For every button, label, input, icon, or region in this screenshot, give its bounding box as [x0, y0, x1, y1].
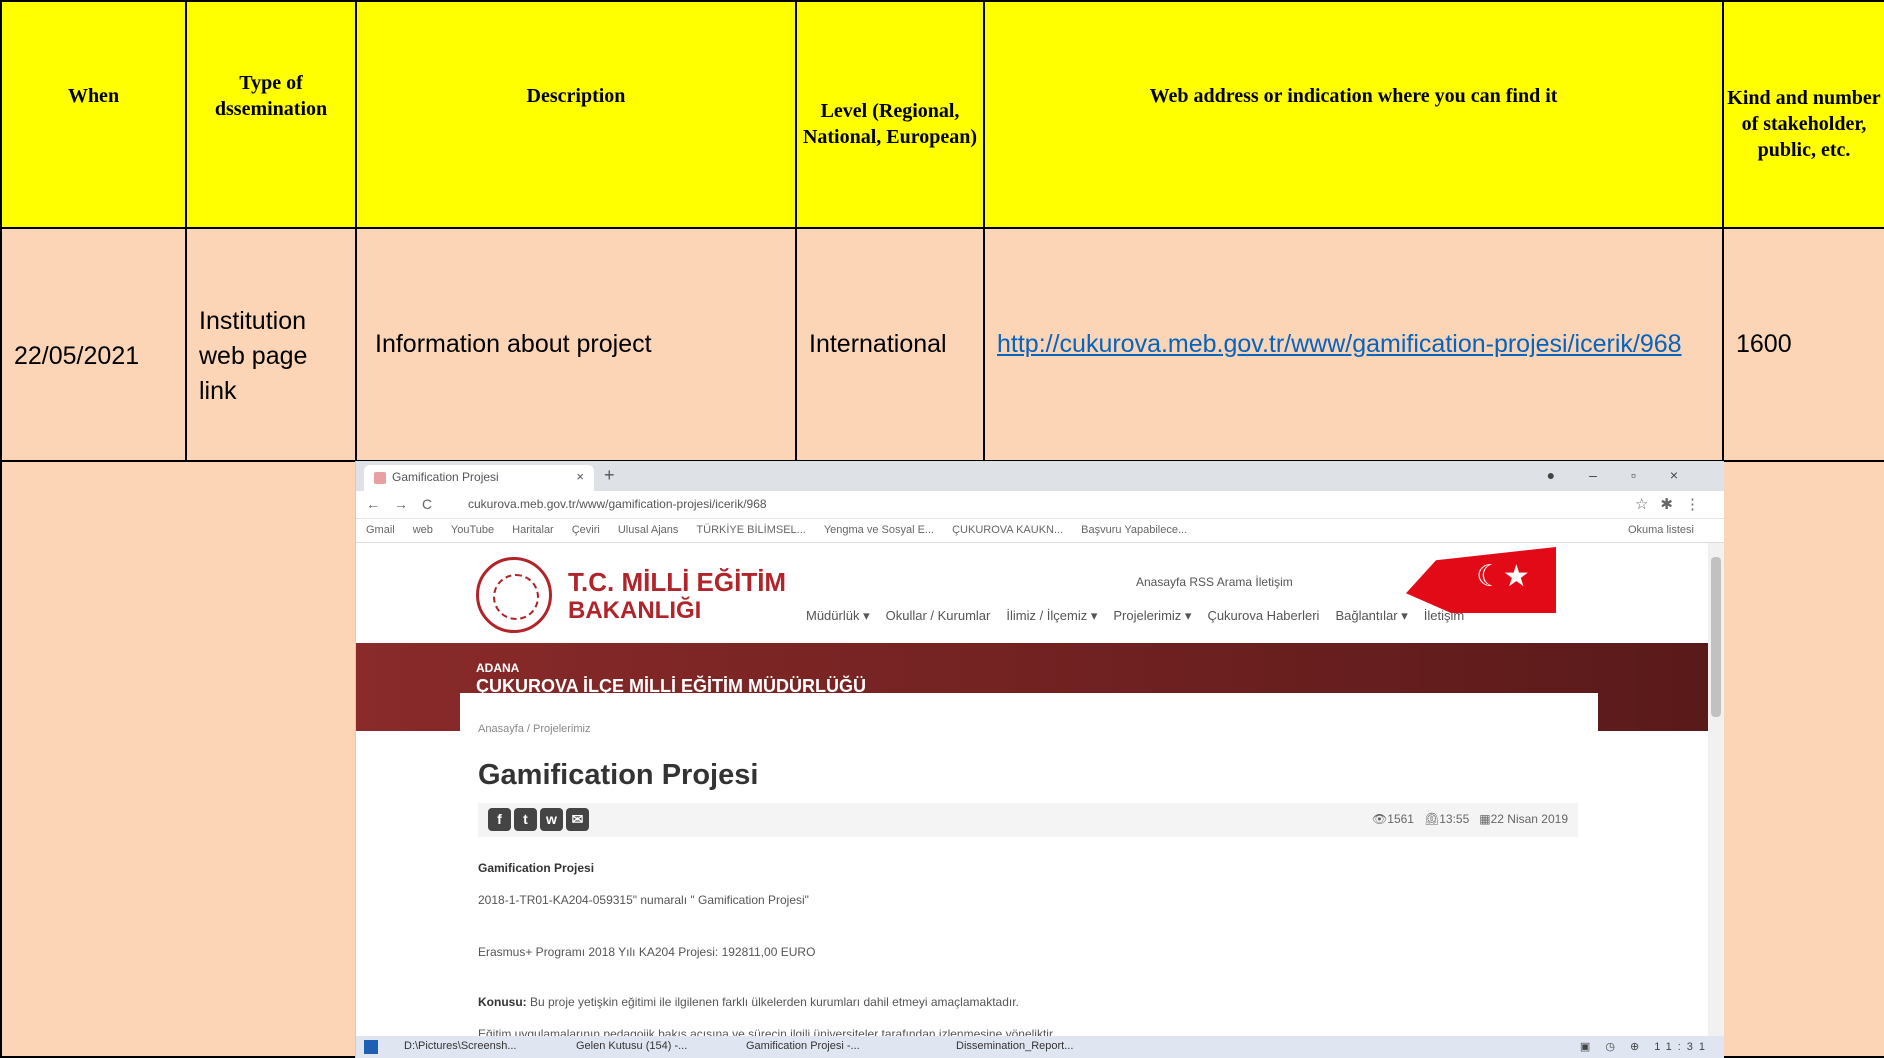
window-controls-icon[interactable]: ●–▫×	[1547, 467, 1712, 483]
turkish-flag-icon	[1406, 547, 1556, 613]
bookmark-item[interactable]: TÜRKİYE BİLİMSEL...	[696, 524, 805, 536]
reading-list[interactable]: Okuma listesi	[1628, 524, 1694, 536]
taskbar-item[interactable]: Dissemination_Report...	[956, 1040, 1073, 1052]
system-tray[interactable]: ▣ ◷ ⊕ 11:31	[1580, 1040, 1711, 1053]
bookmark-item[interactable]: Başvuru Yapabilece...	[1081, 524, 1187, 536]
bookmark-item[interactable]: ÇUKUROVA KAUKN...	[952, 524, 1063, 536]
bookmarks-bar: Gmail web YouTube Haritalar Çeviri Ulusal Aja…	[356, 519, 1724, 543]
bookmark-item[interactable]: Çeviri	[572, 524, 600, 536]
nav-arrows-icon[interactable]: ←→C	[366, 496, 446, 512]
header-row: When Type of dssemination Description Le…	[0, 0, 1884, 229]
twitter-icon[interactable]: t	[514, 808, 537, 831]
top-links[interactable]: Anasayfa RSS Arama İletişim	[1136, 575, 1293, 589]
view-count: 1561	[1387, 812, 1414, 826]
nav-item[interactable]: Çukurova Haberleri	[1207, 608, 1319, 623]
extension-icons[interactable]: ☆✱⋮	[1635, 495, 1712, 513]
para-3: Konusu: Bu proje yetişkin eğitimi ile il…	[478, 995, 1019, 1009]
cell-when: 22/05/2021	[0, 227, 187, 462]
browser-screenshot: Gamification Projesi × + ●–▫× ←→C cukuro…	[355, 461, 1724, 1058]
clock-icon: ⏲	[1423, 812, 1440, 826]
share-icon[interactable]: ✉	[566, 808, 589, 831]
para-4: Eğitim uygulamalarının pedagojik bakış a…	[478, 1027, 1056, 1036]
header-when: When	[0, 0, 187, 229]
header-type: Type of dssemination	[185, 0, 357, 229]
para-2: Erasmus+ Programı 2018 Yılı KA204 Projes…	[478, 945, 816, 959]
website-page: T.C. MİLLİ EĞİTİM BAKANLIĞI Anasayfa RSS…	[356, 543, 1708, 1036]
page-title: Gamification Projesi	[478, 759, 759, 791]
nav-item[interactable]: Okullar / Kurumlar	[886, 608, 991, 623]
windows-taskbar: D:\Pictures\Screensh... Gelen Kutusu (15…	[356, 1036, 1724, 1058]
nav-item[interactable]: Bağlantılar ▾	[1335, 608, 1407, 623]
url-field[interactable]: cukurova.meb.gov.tr/www/gamification-pro…	[468, 497, 767, 511]
social-bar: f t w ✉ 👁1561 ⏲13:55 ▦22 Nisan 2019	[478, 803, 1578, 837]
cell-web: http://cukurova.meb.gov.tr/www/gamificat…	[983, 227, 1724, 462]
publish-time: 13:55	[1439, 812, 1470, 826]
cell-kind: 1600	[1722, 227, 1884, 462]
nav-item[interactable]: Projelerimiz ▾	[1113, 608, 1191, 623]
taskbar-item[interactable]: Gelen Kutusu (154) -...	[576, 1040, 687, 1052]
scroll-thumb[interactable]	[1711, 557, 1721, 717]
windows-start-icon[interactable]	[364, 1040, 378, 1054]
para-heading: Gamification Projesi	[478, 861, 595, 875]
header-web: Web address or indication where you can …	[983, 0, 1724, 229]
meb-logo-icon	[476, 557, 552, 633]
bookmark-item[interactable]: Gmail	[366, 524, 395, 536]
bookmark-item[interactable]: Yengma ve Sosyal E...	[824, 524, 934, 536]
breadcrumb[interactable]: Anasayfa / Projelerimiz	[478, 723, 591, 735]
taskbar-clock: 11:31	[1654, 1041, 1711, 1053]
browser-tab[interactable]: Gamification Projesi ×	[364, 465, 594, 491]
facebook-icon[interactable]: f	[488, 808, 511, 831]
para-1: 2018-1-TR01-KA204-059315" numaralı " Gam…	[478, 893, 809, 907]
taskbar-item[interactable]: Gamification Projesi -...	[746, 1040, 860, 1052]
project-link[interactable]: http://cukurova.meb.gov.tr/www/gamificat…	[997, 330, 1682, 358]
banner-subtitle: ADANA	[476, 661, 520, 675]
tab-title: Gamification Projesi	[392, 470, 499, 484]
address-bar: ←→C cukurova.meb.gov.tr/www/gamification…	[356, 491, 1724, 519]
close-tab-icon[interactable]: ×	[576, 469, 584, 484]
new-tab-icon[interactable]: +	[604, 465, 615, 486]
header-description: Description	[355, 0, 797, 229]
bookmark-item[interactable]: web	[413, 524, 433, 536]
bookmark-item[interactable]: YouTube	[451, 524, 494, 536]
cell-description: Information about project	[355, 227, 797, 462]
main-nav: Müdürlük ▾ Okullar / Kurumlar İlimiz / İlç…	[806, 608, 1480, 624]
calendar-icon: ▦	[1479, 812, 1491, 826]
cell-level: International	[795, 227, 985, 462]
article-meta: 👁1561 ⏲13:55 ▦22 Nisan 2019	[1372, 812, 1568, 826]
nav-item[interactable]: Müdürlük ▾	[806, 608, 870, 623]
taskbar-item[interactable]: D:\Pictures\Screensh...	[404, 1040, 517, 1052]
favicon-icon	[374, 472, 386, 484]
scrollbar[interactable]	[1708, 543, 1724, 1036]
whatsapp-icon[interactable]: w	[540, 808, 563, 831]
nav-item[interactable]: İlimiz / İlçemiz ▾	[1006, 608, 1097, 623]
logo-line2: BAKANLIĞI	[568, 597, 702, 624]
article: Anasayfa / Projelerimiz Gamification Pro…	[460, 693, 1598, 1036]
header-kind: Kind and number of stakeholder, public, …	[1722, 0, 1884, 229]
publish-date: 22 Nisan 2019	[1490, 812, 1568, 826]
bookmark-item[interactable]: Ulusal Ajans	[618, 524, 679, 536]
eye-icon: 👁	[1372, 812, 1388, 826]
bookmark-item[interactable]: Haritalar	[512, 524, 554, 536]
table-row: 22/05/2021 Institution web page link Inf…	[0, 227, 1884, 462]
header-level: Level (Regional, National, European)	[795, 0, 985, 229]
logo-line1: T.C. MİLLİ EĞİTİM	[568, 567, 787, 597]
cell-type: Institution web page link	[185, 227, 357, 462]
nav-item[interactable]: İletişim	[1424, 608, 1464, 623]
tab-bar: Gamification Projesi × + ●–▫×	[356, 461, 1724, 491]
